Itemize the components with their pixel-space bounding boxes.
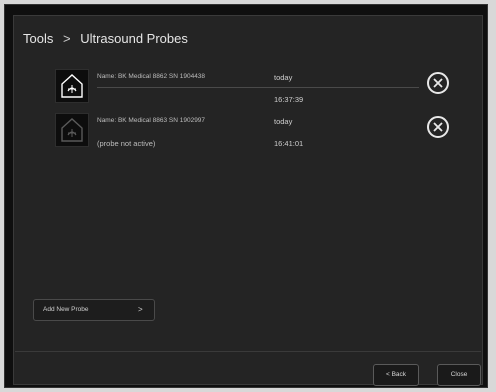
page-title: Tools > Ultrasound Probes — [23, 31, 188, 46]
add-probe-label: Add New Probe — [43, 306, 89, 313]
chevron-right-icon: > — [138, 305, 143, 314]
close-icon — [433, 78, 443, 88]
dialog-frame: Tools > Ultrasound Probes Name: BK Medic… — [4, 4, 488, 388]
probe-row: Name: BK Medical 8863 SN 1902997 (probe … — [45, 113, 460, 155]
breadcrumb-current: Ultrasound Probes — [80, 31, 188, 46]
probe-name: Name: BK Medical 8863 SN 1902997 — [97, 117, 206, 124]
breadcrumb-root: Tools — [23, 31, 54, 46]
probe-time: 16:37:39 — [274, 95, 304, 104]
back-button[interactable]: < Back — [373, 364, 419, 386]
close-button[interactable]: Close — [437, 364, 481, 386]
probe-time: 16:41:01 — [274, 139, 304, 148]
probe-date: today — [274, 73, 293, 82]
footer-divider — [15, 351, 481, 352]
probe-inactive-icon — [55, 113, 89, 147]
probe-row: Name: BK Medical 8862 SN 1904438 today 1… — [45, 69, 460, 111]
remove-probe-button[interactable] — [427, 72, 449, 94]
probe-date: today — [274, 117, 293, 126]
row-divider — [97, 87, 419, 88]
close-icon — [433, 122, 443, 132]
probe-active-icon — [55, 69, 89, 103]
breadcrumb-separator: > — [62, 31, 71, 46]
probe-status: (probe not active) — [97, 139, 156, 148]
probe-name: Name: BK Medical 8862 SN 1904438 — [97, 73, 206, 80]
add-new-probe-button[interactable]: Add New Probe > — [33, 299, 155, 321]
remove-probe-button[interactable] — [427, 116, 449, 138]
